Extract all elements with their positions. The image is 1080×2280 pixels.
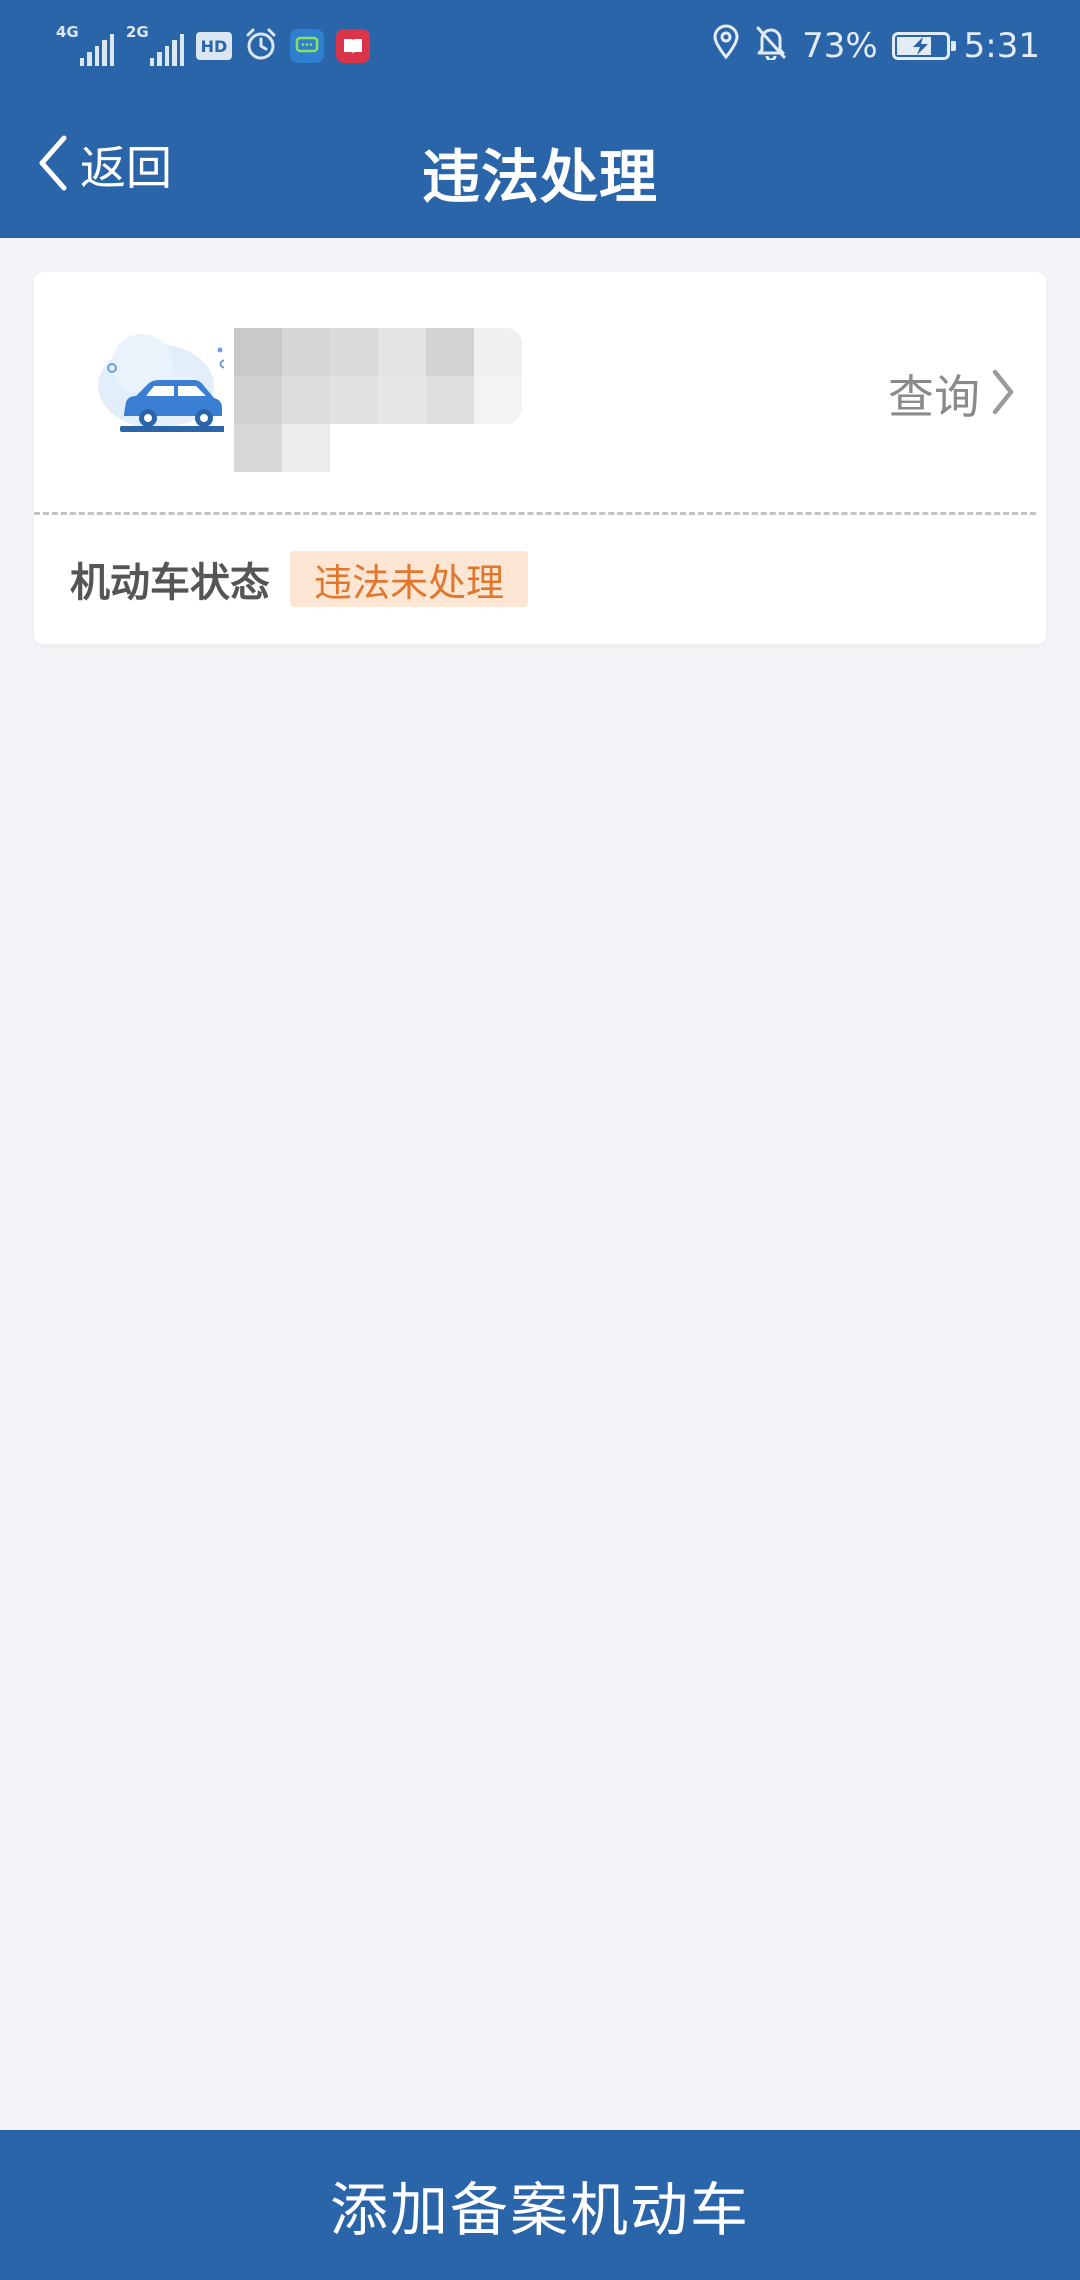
book-app-icon (336, 29, 370, 63)
chevron-right-icon (990, 367, 1016, 421)
dashed-divider (34, 512, 1036, 515)
query-link[interactable]: 查询 (888, 364, 1016, 424)
battery-charging-icon (891, 32, 956, 60)
bell-off-icon (754, 24, 788, 69)
page-title: 违法处理 (421, 143, 658, 211)
hd-icon: HD (196, 32, 232, 60)
vehicle-status-row: 机动车状态 违法未处理 (70, 544, 529, 614)
car-icon (64, 328, 232, 448)
battery-percent: 73% (802, 26, 878, 66)
plate-number-blurred (234, 328, 554, 472)
status-bar-left: 4G 2G HD (56, 22, 370, 70)
status-bar: 4G 2G HD 73% 5:31 (0, 0, 1080, 92)
top-header: 4G 2G HD 73% 5:31 返回 违法处理 (0, 0, 1080, 238)
vehicle-status-label: 机动车状态 (70, 560, 270, 606)
add-vehicle-button[interactable]: 添加备案机动车 (0, 2130, 1080, 2280)
signal-2g-icon: 2G (126, 23, 185, 66)
message-app-icon (290, 29, 324, 63)
signal-2g-label: 2G (126, 23, 149, 41)
query-label: 查询 (888, 370, 980, 424)
status-bar-right: 73% 5:31 (712, 22, 1040, 70)
clock-time: 5:31 (963, 26, 1040, 66)
signal-4g-icon: 4G (56, 23, 115, 66)
vehicle-card-header[interactable]: 查询 (34, 272, 1046, 512)
signal-4g-label: 4G (56, 23, 79, 41)
location-icon (712, 24, 740, 69)
nav-bar: 返回 违法处理 (0, 92, 1080, 238)
status-badge: 违法未处理 (290, 551, 529, 607)
alarm-icon (244, 27, 278, 65)
vehicle-card: 查询 机动车状态 违法未处理 (34, 272, 1046, 644)
